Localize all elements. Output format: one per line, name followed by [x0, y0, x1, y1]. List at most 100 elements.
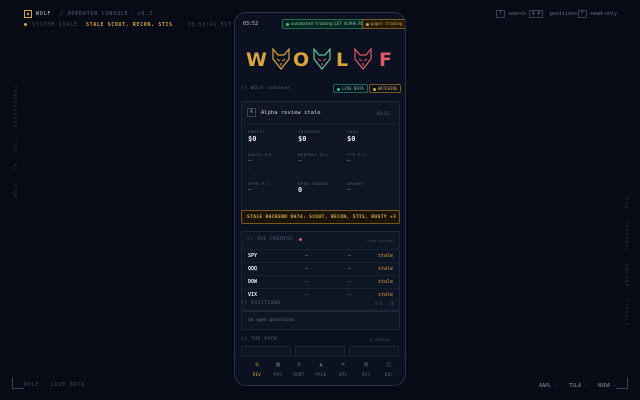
nav-pos[interactable]: ▦ POS: [268, 361, 288, 377]
row-status: stale: [378, 292, 394, 298]
row-status: stale: [378, 266, 394, 272]
row-value-2: —: [348, 266, 352, 272]
row-symbol: VIX: [248, 292, 258, 298]
logo-letter-f: F: [379, 49, 392, 71]
nav-doc[interactable]: □ DOC: [379, 361, 399, 377]
side-label-right: RAW · TERMINAL · ONLINE · SIGNALS: [623, 197, 628, 327]
row-status: stale: [378, 253, 394, 259]
nav-label: OPS: [338, 372, 348, 377]
hunt-icon: ◎: [297, 361, 301, 368]
row-symbol: DOW: [248, 279, 258, 285]
positions-shortcut-label[interactable]: positions: [550, 11, 577, 17]
no-positions-message: no open positions: [248, 318, 295, 323]
nav-label: POS: [273, 372, 283, 377]
wolf-head-icon-red: [354, 47, 372, 70]
read-only-shortcut-label[interactable]: read-only: [590, 11, 617, 17]
history-icon: ▤: [364, 361, 368, 368]
logo-letter-l: L: [336, 49, 349, 71]
row-value-1: —: [305, 292, 309, 298]
automation-dot-icon: [286, 22, 289, 26]
premise-row-qqq[interactable]: QQQ — — stale: [242, 262, 399, 275]
status-dot-icon: [24, 23, 27, 26]
equity-label: EQUITY: [248, 129, 265, 134]
frame-corner-bottom-right: [616, 377, 628, 389]
document-icon: □: [387, 361, 391, 368]
logo-letter-o: O: [293, 49, 310, 71]
row-status: stale: [378, 279, 394, 285]
positions-card: no open positions: [241, 311, 400, 330]
monthly-pl-label: MONTHLY P/L: [298, 152, 329, 157]
card-divider: [242, 123, 399, 124]
brand-name: WOLF: [36, 11, 52, 17]
row-value-1: —: [305, 253, 309, 259]
system-status-label: SYSTEM STALE: [32, 22, 78, 28]
footer-label: WOLF · LIVE DATA: [24, 382, 85, 388]
live-data-badge: LIVE DATA: [333, 84, 368, 93]
nav-rev[interactable]: ◇ REV: [247, 361, 267, 377]
daily-pl-sub: —: [248, 166, 251, 171]
frame-corner-bottom-left: [12, 377, 24, 389]
nav-hunt[interactable]: ◎ HUNT: [289, 361, 309, 377]
read-only-shortcut-key[interactable]: r: [578, 10, 587, 18]
bottom-nav: ◇ REV ▦ POS ◎ HUNT ▲ PACK ⌗ OPS ▤ HIS □ …: [235, 356, 405, 385]
wolf-brand-icon: [24, 10, 32, 18]
alert-text: STALE BACKEND DATA: SCOUT, RECON, STIS, …: [247, 215, 397, 220]
side-label-left: WOLF · CH · 001 · OPERATIONAL: [14, 84, 19, 198]
console-label: / OPERATOR CONSOLE: [60, 11, 129, 17]
invested-label: INVESTED: [298, 129, 321, 134]
row-symbol: QQQ: [248, 266, 258, 272]
pack-count: 4 wolves: [370, 337, 390, 342]
review-icon: ◇: [255, 361, 259, 368]
positions-summary: 0/0 · $0: [375, 301, 395, 306]
card-title: Alpha review stale: [261, 110, 321, 116]
ticker-aapl[interactable]: AAPL —: [539, 383, 557, 389]
watching-badge: WATCHING: [369, 84, 402, 93]
open-trades-label: OPEN TRADES: [298, 181, 329, 186]
equity-value: $0: [248, 135, 257, 143]
premise-row-dow[interactable]: DOW — — stale: [242, 275, 399, 288]
pack-title: // THE PACK: [241, 337, 278, 342]
system-status-message: STALE SCOUT, RECON, STIS: [86, 22, 173, 28]
wolf-head-icon-green: [313, 47, 331, 70]
live-dot-icon: [337, 87, 340, 91]
nav-pack[interactable]: ▲ PACK: [311, 361, 331, 377]
wolf-section-label: // WOLF unknown: [241, 86, 291, 91]
premise-risk-label: risk optimal: [367, 238, 395, 243]
pack-icon: ▲: [319, 361, 323, 368]
invested-value: $0: [298, 135, 307, 143]
wolf-head-icon-gold: [272, 47, 290, 70]
premise-row-spy[interactable]: SPY — — stale: [242, 249, 399, 262]
alpha-icon: A: [247, 108, 256, 117]
version-label: · v0.3: [130, 11, 153, 17]
row-value-1: —: [305, 266, 309, 272]
row-symbol: SPY: [248, 253, 258, 259]
row-value-1: —: [305, 279, 309, 285]
open-pl-sub: —: [248, 196, 251, 201]
open-trades-value: 0: [298, 186, 303, 194]
mobile-preview: 03:52 automated-trading:LET ALPHA RUN pa…: [234, 12, 406, 386]
ticker-tsla[interactable]: TSLA —: [569, 383, 587, 389]
nav-label: PACK: [315, 372, 327, 377]
positions-icon: ▦: [276, 361, 280, 368]
ops-icon: ⌗: [341, 361, 345, 368]
positions-shortcut-key[interactable]: g p: [529, 10, 544, 18]
phone-clock: 03:52: [243, 21, 259, 27]
nav-ops[interactable]: ⌗ OPS: [333, 361, 353, 377]
premise-row-vix[interactable]: VIX — — stale: [242, 288, 399, 301]
automation-pill[interactable]: automated-trading:LET ALPHA RUN: [282, 19, 370, 29]
nav-label: REV: [252, 372, 262, 377]
premise-title: // THE PREMISE: [247, 237, 294, 242]
sharpe-value: —: [347, 186, 351, 193]
search-shortcut-label[interactable]: search: [508, 11, 526, 17]
row-value-2: —: [348, 253, 352, 259]
monthly-pl-value: —: [298, 157, 302, 164]
stale-data-alert[interactable]: STALE BACKEND DATA: SCOUT, RECON, STIS, …: [241, 210, 400, 224]
ticker-nvda[interactable]: NVDA —: [598, 383, 616, 389]
nav-label: DOC: [384, 372, 394, 377]
paper-trading-pill[interactable]: paper trading: [362, 19, 405, 29]
nav-his[interactable]: ▤ HIS: [356, 361, 376, 377]
daily-pl-value: —: [248, 157, 252, 164]
search-shortcut-key[interactable]: /: [496, 10, 505, 18]
alpha-review-card[interactable]: A Alpha review stale 03:52 EQUITY $0 INV…: [241, 101, 400, 211]
nav-label: HUNT: [293, 372, 305, 377]
